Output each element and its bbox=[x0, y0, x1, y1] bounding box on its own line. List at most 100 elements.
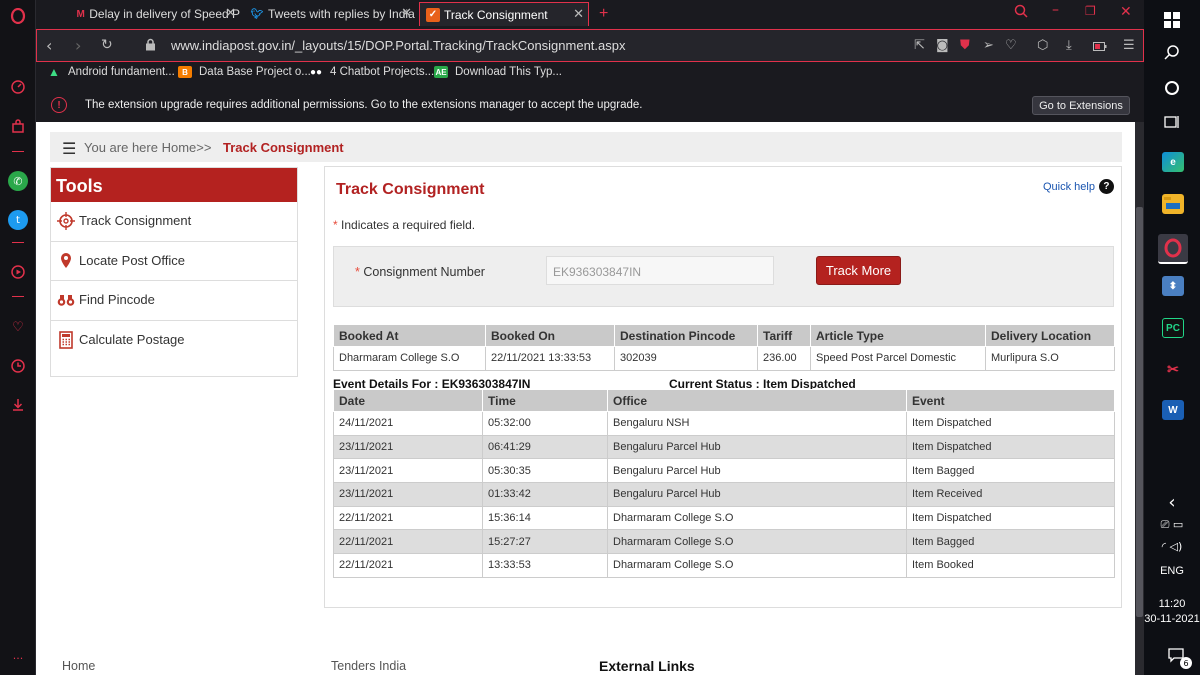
history-clock-icon[interactable] bbox=[8, 356, 28, 376]
tab-gmail[interactable]: M Delay in delivery of Speed P ✕ bbox=[70, 2, 240, 26]
tool-locate-post-office[interactable]: Locate Post Office bbox=[51, 242, 297, 281]
table-cell: Dharmaram College S.O bbox=[333, 346, 486, 371]
speed-dial-icon[interactable] bbox=[8, 77, 28, 97]
cortana-icon[interactable] bbox=[1160, 76, 1184, 100]
download-icon[interactable]: ⤓ bbox=[1066, 38, 1072, 53]
minimize-icon[interactable]: – bbox=[1052, 2, 1059, 18]
back-icon[interactable]: ‹ bbox=[46, 36, 52, 55]
track-consignment-panel: Track Consignment Quick help ? * Indicat… bbox=[324, 166, 1122, 608]
table-cell: 24/11/2021 bbox=[333, 411, 483, 436]
player-icon[interactable] bbox=[8, 262, 28, 282]
sidebar-divider bbox=[12, 151, 24, 152]
close-tab-icon[interactable]: ✕ bbox=[401, 5, 412, 21]
tool-calculate-postage[interactable]: Calculate Postage bbox=[51, 321, 297, 361]
breadcrumb: ☰ You are here Home>> Track Consignment bbox=[50, 132, 1122, 162]
pycharm-icon[interactable]: PC bbox=[1162, 318, 1184, 338]
table-cell: 15:36:14 bbox=[482, 505, 608, 531]
bookmark-item[interactable]: B Data Base Project o... bbox=[178, 66, 311, 78]
consignment-number-input[interactable]: EK936303847IN bbox=[546, 256, 774, 285]
clock-date[interactable]: 30-11-2021 bbox=[1144, 613, 1200, 625]
table-cell: 05:32:00 bbox=[482, 411, 608, 436]
downloads-icon[interactable] bbox=[8, 395, 28, 415]
task-view-icon[interactable] bbox=[1160, 110, 1184, 134]
more-dots-icon[interactable]: ··· bbox=[8, 648, 28, 668]
bookmark-item[interactable]: ●● 4 Chatbot Projects... bbox=[309, 66, 434, 78]
bookmark-item[interactable]: AE Download This Typ... bbox=[434, 66, 562, 78]
edge-icon[interactable]: e bbox=[1162, 152, 1184, 172]
clock-time[interactable]: 11:20 bbox=[1144, 598, 1200, 610]
menu-icon[interactable]: ☰ bbox=[1123, 38, 1135, 53]
go-to-extensions-button[interactable]: Go to Extensions bbox=[1032, 96, 1130, 115]
quick-help-link[interactable]: Quick help ? bbox=[1043, 179, 1114, 194]
reload-icon[interactable]: ↻ bbox=[101, 37, 113, 53]
word-icon[interactable]: W bbox=[1162, 400, 1184, 420]
tab-label: Delay in delivery of Speed P bbox=[89, 7, 240, 21]
column-header: Event bbox=[906, 389, 1115, 412]
column-header: Article Type bbox=[810, 324, 986, 347]
tools-panel: Tools Track Consignment Locate Post Offi… bbox=[50, 167, 298, 377]
tool-label: Find Pincode bbox=[79, 292, 155, 307]
tool-find-pincode[interactable]: Find Pincode bbox=[51, 281, 297, 321]
opera-logo-icon[interactable] bbox=[8, 6, 28, 26]
footer-tenders-link[interactable]: Tenders India bbox=[331, 659, 406, 673]
heart-icon[interactable]: ♡ bbox=[1005, 38, 1017, 53]
search-tabs-icon[interactable] bbox=[1014, 4, 1028, 22]
bookmark-label: 4 Chatbot Projects... bbox=[330, 66, 435, 78]
blogger-icon: B bbox=[178, 66, 192, 78]
table-cell: 302039 bbox=[614, 346, 758, 371]
adblock-shield-icon[interactable]: ⛊ bbox=[960, 38, 970, 53]
table-cell: 23/11/2021 bbox=[333, 482, 483, 507]
tab-twitter[interactable]: 🐦︎ Tweets with replies by India ✕ bbox=[244, 2, 416, 26]
breadcrumb-current[interactable]: Track Consignment bbox=[223, 140, 344, 155]
tool-track-consignment[interactable]: Track Consignment bbox=[51, 202, 297, 242]
footer-home-link[interactable]: Home bbox=[62, 659, 95, 673]
column-header: Time bbox=[482, 389, 608, 412]
twitter-icon[interactable]: t bbox=[8, 210, 28, 230]
table-cell: 15:27:27 bbox=[482, 529, 608, 555]
table-cell: 22/11/2021 bbox=[333, 505, 483, 531]
heart-icon[interactable]: ♡ bbox=[8, 317, 28, 337]
bookmark-label: Data Base Project o... bbox=[199, 66, 311, 78]
android-icon: ▲ bbox=[48, 65, 60, 79]
language-indicator[interactable]: ENG bbox=[1144, 565, 1200, 577]
vscode-like-icon[interactable]: ⬍ bbox=[1162, 276, 1184, 296]
hamburger-menu-icon[interactable]: ☰ bbox=[62, 139, 76, 158]
wifi-volume-icon[interactable]: ◜ ◁) bbox=[1152, 534, 1192, 558]
sidebar-divider bbox=[12, 296, 24, 297]
share-icon[interactable]: ⇱ bbox=[914, 38, 925, 53]
page-scrollbar[interactable] bbox=[1135, 122, 1144, 675]
opera-taskbar-icon[interactable] bbox=[1158, 234, 1188, 264]
track-more-button[interactable]: Track More bbox=[816, 256, 901, 285]
whatsapp-icon[interactable]: ✆ bbox=[8, 171, 28, 191]
table-cell: Item Bagged bbox=[906, 529, 1115, 555]
notifications-icon[interactable]: 6 bbox=[1164, 643, 1192, 669]
table-cell: Murlipura S.O bbox=[985, 346, 1115, 371]
windows-start-icon[interactable] bbox=[1160, 8, 1184, 32]
cube-icon[interactable]: ⬡ bbox=[1037, 38, 1048, 53]
send-icon[interactable]: ➢ bbox=[983, 38, 994, 53]
close-tab-icon[interactable]: ✕ bbox=[225, 5, 236, 21]
column-header: Date bbox=[333, 389, 483, 412]
battery-icon[interactable] bbox=[1093, 40, 1107, 55]
forward-icon[interactable]: › bbox=[75, 36, 81, 55]
bookmark-item[interactable]: ▲ Android fundament... bbox=[47, 65, 175, 79]
show-hidden-icons-icon[interactable]: ‹ bbox=[1160, 490, 1184, 514]
table-header-row: Booked At Booked On Destination Pincode … bbox=[333, 324, 1115, 347]
table-cell: 23/11/2021 bbox=[333, 458, 483, 484]
table-row: 22/11/2021 15:27:27 Dharmaram College S.O I… bbox=[333, 529, 1115, 555]
close-tab-icon[interactable]: ✕ bbox=[573, 6, 584, 22]
search-icon[interactable] bbox=[1160, 40, 1184, 64]
scrollbar-thumb[interactable] bbox=[1136, 207, 1143, 617]
tab-track-consignment[interactable]: ✓ Track Consignment ✕ bbox=[419, 2, 589, 26]
table-cell: 22/11/2021 bbox=[333, 529, 483, 555]
shopping-bag-icon[interactable] bbox=[8, 116, 28, 136]
file-explorer-icon[interactable] bbox=[1162, 194, 1184, 214]
bookmark-label: Android fundament... bbox=[68, 66, 175, 78]
new-tab-button[interactable]: + bbox=[593, 2, 617, 26]
camera-icon[interactable]: ◙ bbox=[936, 38, 949, 53]
restore-icon[interactable]: ❐ bbox=[1085, 4, 1096, 18]
close-window-icon[interactable]: ✕ bbox=[1120, 4, 1132, 20]
snip-tool-icon[interactable]: ✂ bbox=[1162, 359, 1184, 379]
url-field[interactable]: www.indiapost.gov.in/_layouts/15/DOP.Por… bbox=[171, 38, 626, 53]
sidebar-divider bbox=[12, 242, 24, 243]
